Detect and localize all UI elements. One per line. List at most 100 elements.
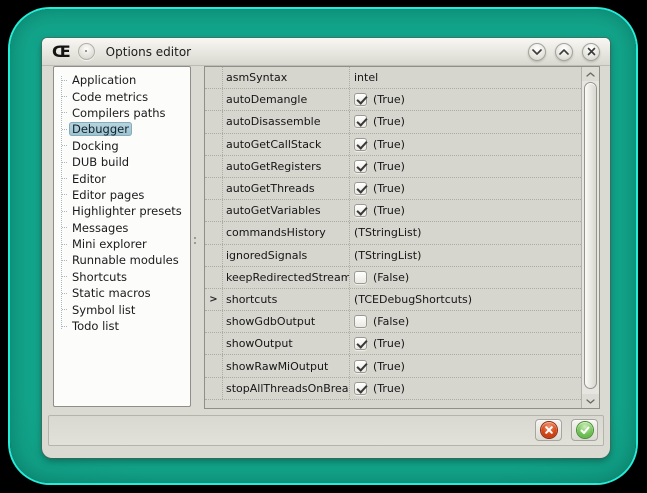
property-name[interactable]: asmSyntax <box>223 67 350 88</box>
property-grid: asmSyntax intel autoDemangle (True) auto… <box>204 66 600 409</box>
tree-item-editor-pages[interactable]: Editor pages <box>54 187 190 203</box>
property-value-cell[interactable]: (True) <box>350 89 581 110</box>
property-value-cell[interactable]: (True) <box>350 378 581 399</box>
property-value-cell[interactable]: intel <box>350 67 581 88</box>
tree-item-label: Code metrics <box>69 90 151 104</box>
property-value: (True) <box>373 204 405 217</box>
property-name[interactable]: commandsHistory <box>223 222 350 243</box>
tree-guide-line <box>62 309 67 310</box>
tree-item-shortcuts[interactable]: Shortcuts <box>54 269 190 285</box>
value-checkbox[interactable] <box>354 204 367 217</box>
property-row-autoGetCallStack[interactable]: autoGetCallStack (True) <box>205 134 581 156</box>
property-row-autoGetVariables[interactable]: autoGetVariables (True) <box>205 200 581 222</box>
value-checkbox[interactable] <box>354 160 367 173</box>
tree-item-compilers-paths[interactable]: Compilers paths <box>54 105 190 121</box>
maximize-button[interactable] <box>555 43 573 61</box>
property-row-autoGetRegisters[interactable]: autoGetRegisters (True) <box>205 156 581 178</box>
property-value-cell[interactable]: (True) <box>350 355 581 376</box>
property-row-stopAllThreadsOnBreak[interactable]: stopAllThreadsOnBreak (True) <box>205 378 581 400</box>
tree-item-label: Compilers paths <box>69 106 169 120</box>
window-menu-button[interactable] <box>78 43 95 60</box>
tree-item-static-macros[interactable]: Static macros <box>54 285 190 301</box>
property-name[interactable]: autoGetVariables <box>223 200 350 221</box>
shade-button[interactable] <box>528 43 546 61</box>
titlebar[interactable]: Œ Options editor <box>42 38 610 66</box>
scrollbar-thumb[interactable] <box>584 82 597 389</box>
property-row-keepRedirectedStreams[interactable]: keepRedirectedStreams (False) <box>205 267 581 289</box>
scroll-down-button[interactable] <box>582 394 599 408</box>
splitter-handle[interactable] <box>194 237 197 247</box>
scroll-up-button[interactable] <box>582 67 599 81</box>
tree-item-todo-list[interactable]: Todo list <box>54 318 190 334</box>
property-name[interactable]: showOutput <box>223 333 350 354</box>
property-value-cell[interactable]: (True) <box>350 178 581 199</box>
tree-guide-line <box>62 293 67 294</box>
property-row-showOutput[interactable]: showOutput (True) <box>205 333 581 355</box>
ok-button[interactable] <box>571 419 598 441</box>
tree-item-debugger[interactable]: Debugger <box>54 121 190 137</box>
tree-item-application[interactable]: Application <box>54 72 190 88</box>
tree-guide-line <box>62 112 67 113</box>
tree-item-runnable-modules[interactable]: Runnable modules <box>54 252 190 268</box>
property-name[interactable]: autoGetRegisters <box>223 156 350 177</box>
row-selection-marker <box>205 89 223 110</box>
tree-item-editor[interactable]: Editor <box>54 170 190 186</box>
tree-item-code-metrics[interactable]: Code metrics <box>54 88 190 104</box>
property-value-cell[interactable]: (True) <box>350 156 581 177</box>
property-row-ignoredSignals[interactable]: ignoredSignals (TStringList) <box>205 245 581 267</box>
value-checkbox[interactable] <box>354 138 367 151</box>
property-value: (True) <box>373 360 405 373</box>
chevron-up-icon <box>559 49 569 55</box>
property-value-cell[interactable]: (TStringList) <box>350 222 581 243</box>
property-row-autoDisassemble[interactable]: autoDisassemble (True) <box>205 111 581 133</box>
property-name[interactable]: shortcuts <box>223 289 350 310</box>
property-name[interactable]: autoDemangle <box>223 89 350 110</box>
property-row-showRawMiOutput[interactable]: showRawMiOutput (True) <box>205 355 581 377</box>
property-value-cell[interactable]: (True) <box>350 200 581 221</box>
property-row-shortcuts[interactable]: > shortcuts (TCEDebugShortcuts) <box>205 289 581 311</box>
property-row-autoGetThreads[interactable]: autoGetThreads (True) <box>205 178 581 200</box>
property-value-cell[interactable]: (True) <box>350 111 581 132</box>
value-checkbox[interactable] <box>354 115 367 128</box>
value-checkbox[interactable] <box>354 337 367 350</box>
property-value-cell[interactable]: (False) <box>350 311 581 332</box>
value-checkbox[interactable] <box>354 182 367 195</box>
value-checkbox[interactable] <box>354 315 367 328</box>
property-value: (True) <box>373 115 405 128</box>
property-name[interactable]: showGdbOutput <box>223 311 350 332</box>
scrollbar-track[interactable] <box>582 81 599 394</box>
property-row-commandsHistory[interactable]: commandsHistory (TStringList) <box>205 222 581 244</box>
property-value-cell[interactable]: (True) <box>350 333 581 354</box>
property-name[interactable]: stopAllThreadsOnBreak <box>223 378 350 399</box>
property-name[interactable]: autoGetThreads <box>223 178 350 199</box>
property-name[interactable]: showRawMiOutput <box>223 355 350 376</box>
tree-item-highlighter-presets[interactable]: Highlighter presets <box>54 203 190 219</box>
tree-item-dub-build[interactable]: DUB build <box>54 154 190 170</box>
property-row-asmSyntax[interactable]: asmSyntax intel <box>205 67 581 89</box>
property-value-cell[interactable]: (TStringList) <box>350 245 581 266</box>
tree-item-messages[interactable]: Messages <box>54 220 190 236</box>
value-checkbox[interactable] <box>354 360 367 373</box>
options-tree[interactable]: Application Code metrics Compilers paths… <box>53 66 191 407</box>
property-row-showGdbOutput[interactable]: showGdbOutput (False) <box>205 311 581 333</box>
tree-item-docking[interactable]: Docking <box>54 138 190 154</box>
property-value-cell[interactable]: (True) <box>350 134 581 155</box>
property-row-autoDemangle[interactable]: autoDemangle (True) <box>205 89 581 111</box>
property-value-cell[interactable]: (False) <box>350 267 581 288</box>
close-button[interactable] <box>582 43 600 61</box>
tree-guide-line <box>62 162 67 163</box>
tree-item-label: Mini explorer <box>69 237 150 251</box>
tree-item-mini-explorer[interactable]: Mini explorer <box>54 236 190 252</box>
tree-item-label: Editor <box>69 172 109 186</box>
property-name[interactable]: ignoredSignals <box>223 245 350 266</box>
property-name[interactable]: autoGetCallStack <box>223 134 350 155</box>
property-name[interactable]: keepRedirectedStreams <box>223 267 350 288</box>
value-checkbox[interactable] <box>354 271 367 284</box>
vertical-scrollbar[interactable] <box>581 67 599 408</box>
property-name[interactable]: autoDisassemble <box>223 111 350 132</box>
tree-item-symbol-list[interactable]: Symbol list <box>54 301 190 317</box>
cancel-button[interactable] <box>535 419 562 441</box>
value-checkbox[interactable] <box>354 93 367 106</box>
value-checkbox[interactable] <box>354 382 367 395</box>
property-value-cell[interactable]: (TCEDebugShortcuts) <box>350 289 581 310</box>
